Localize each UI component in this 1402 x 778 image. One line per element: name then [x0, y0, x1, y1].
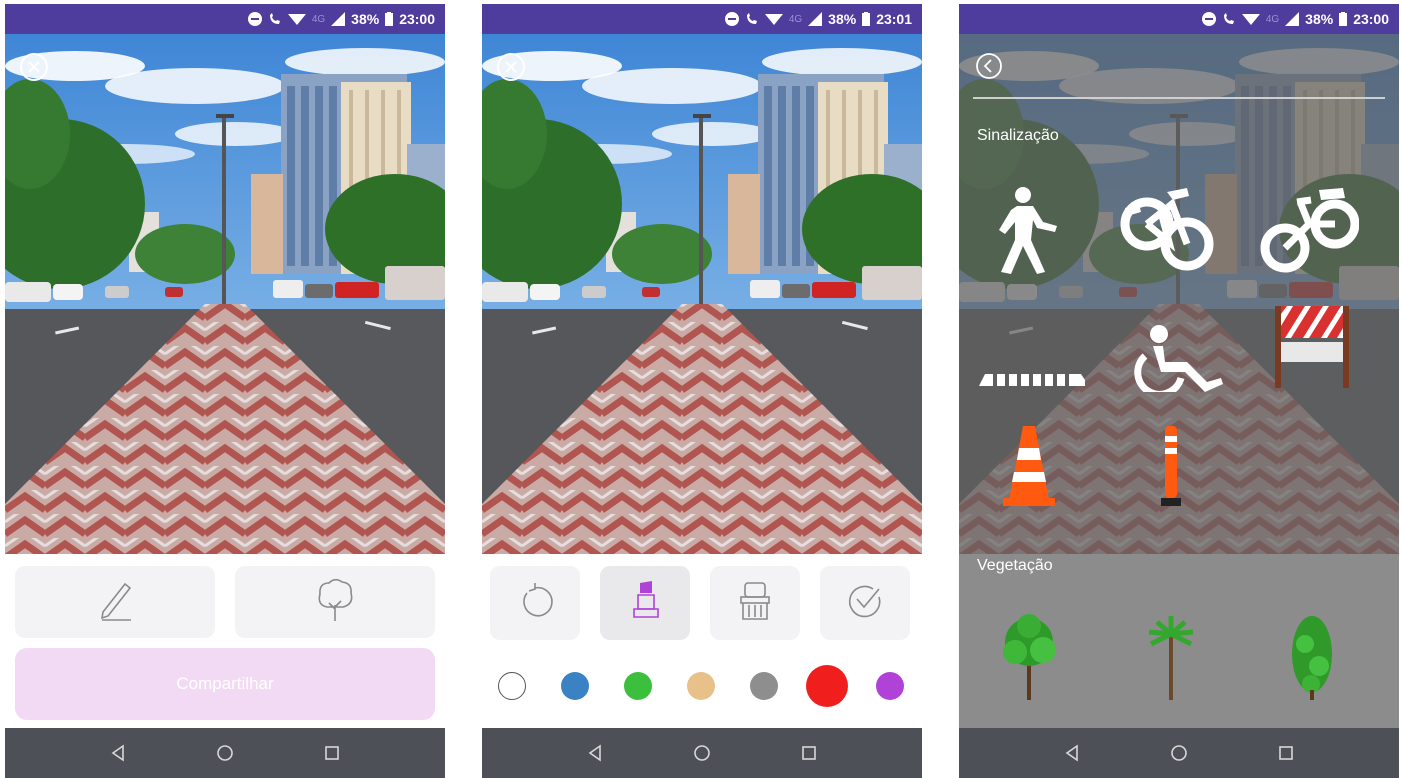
delineator-post-icon[interactable]	[1159, 424, 1183, 515]
marker-tool-button[interactable]	[600, 566, 690, 640]
pencil-icon	[95, 578, 135, 627]
back-nav-icon[interactable]	[586, 744, 604, 762]
clock: 23:00	[399, 11, 435, 27]
back-icon[interactable]	[975, 52, 1003, 80]
close-icon[interactable]	[19, 52, 49, 82]
header-divider	[973, 97, 1385, 99]
color-swatch[interactable]	[498, 672, 526, 700]
screen-draw-mode: 4G 38% 23:01	[482, 4, 922, 778]
cypress-tree-icon[interactable]	[1287, 614, 1337, 705]
back-nav-icon[interactable]	[1063, 744, 1081, 762]
network-type: 4G	[1265, 13, 1280, 25]
barrier-icon[interactable]	[1271, 302, 1353, 393]
traffic-cone-icon[interactable]	[1001, 424, 1057, 515]
wifi-icon	[287, 12, 306, 26]
bicycle-marking-icon[interactable]	[1117, 184, 1227, 279]
confirm-button[interactable]	[820, 566, 910, 640]
tree-icon[interactable]	[999, 612, 1059, 705]
signal-icon	[1285, 12, 1300, 26]
screen-element-picker: 4G 38% 23:00 Sinalização Vegetação	[959, 4, 1399, 778]
dnd-icon	[247, 12, 262, 26]
signal-icon	[808, 12, 823, 26]
call-icon	[268, 12, 282, 26]
street-photo	[5, 34, 445, 554]
android-nav-bar	[482, 728, 922, 778]
section-signage-title: Sinalização	[977, 127, 1059, 144]
tree-outline-icon	[315, 577, 355, 628]
battery-icon	[862, 12, 871, 26]
recents-nav-icon[interactable]	[1277, 744, 1295, 762]
pedestrian-icon[interactable]	[987, 186, 1067, 281]
share-button[interactable]: Compartilhar	[15, 648, 435, 720]
wifi-icon	[764, 12, 783, 26]
marker-icon	[625, 579, 665, 628]
crosswalk-icon[interactable]	[973, 372, 1089, 393]
section-vegetation-title: Vegetação	[977, 557, 1053, 574]
battery-icon	[385, 12, 394, 26]
battery-level: 38%	[1305, 11, 1334, 27]
color-swatch[interactable]	[806, 665, 848, 707]
battery-level: 38%	[828, 11, 857, 27]
android-nav-bar	[5, 728, 445, 778]
back-nav-icon[interactable]	[109, 744, 127, 762]
status-bar: 4G 38% 23:00	[5, 4, 445, 34]
clock: 23:00	[1353, 11, 1389, 27]
palm-tree-icon[interactable]	[1147, 614, 1197, 705]
eraser-tool-button[interactable]	[710, 566, 800, 640]
signal-icon	[331, 12, 346, 26]
home-nav-icon[interactable]	[1170, 744, 1188, 762]
dnd-icon	[724, 12, 739, 26]
color-swatch[interactable]	[750, 672, 778, 700]
clock: 23:01	[876, 11, 912, 27]
home-nav-icon[interactable]	[216, 744, 234, 762]
wheelchair-icon[interactable]	[1111, 322, 1231, 398]
status-bar: 4G 38% 23:00	[959, 4, 1399, 34]
screen-photo-view: 4G 38% 23:00 Compartilhar	[5, 4, 445, 778]
eraser-icon	[735, 579, 775, 628]
wifi-icon	[1241, 12, 1260, 26]
color-swatch[interactable]	[561, 672, 589, 700]
color-swatch[interactable]	[687, 672, 715, 700]
color-swatch[interactable]	[624, 672, 652, 700]
call-icon	[1222, 12, 1236, 26]
status-bar: 4G 38% 23:01	[482, 4, 922, 34]
recents-nav-icon[interactable]	[323, 744, 341, 762]
bicycle-icon[interactable]	[1259, 184, 1360, 279]
add-element-button[interactable]	[235, 566, 435, 638]
android-nav-bar	[959, 728, 1399, 778]
draw-button[interactable]	[15, 566, 215, 638]
network-type: 4G	[311, 13, 326, 25]
color-swatch[interactable]	[876, 672, 904, 700]
battery-icon	[1339, 12, 1348, 26]
call-icon	[745, 12, 759, 26]
battery-level: 38%	[351, 11, 380, 27]
check-circle-icon	[845, 581, 885, 626]
undo-icon	[515, 581, 555, 626]
network-type: 4G	[788, 13, 803, 25]
home-nav-icon[interactable]	[693, 744, 711, 762]
undo-button[interactable]	[490, 566, 580, 640]
dnd-icon	[1201, 12, 1216, 26]
street-photo	[482, 34, 922, 554]
recents-nav-icon[interactable]	[800, 744, 818, 762]
close-icon[interactable]	[496, 52, 526, 82]
